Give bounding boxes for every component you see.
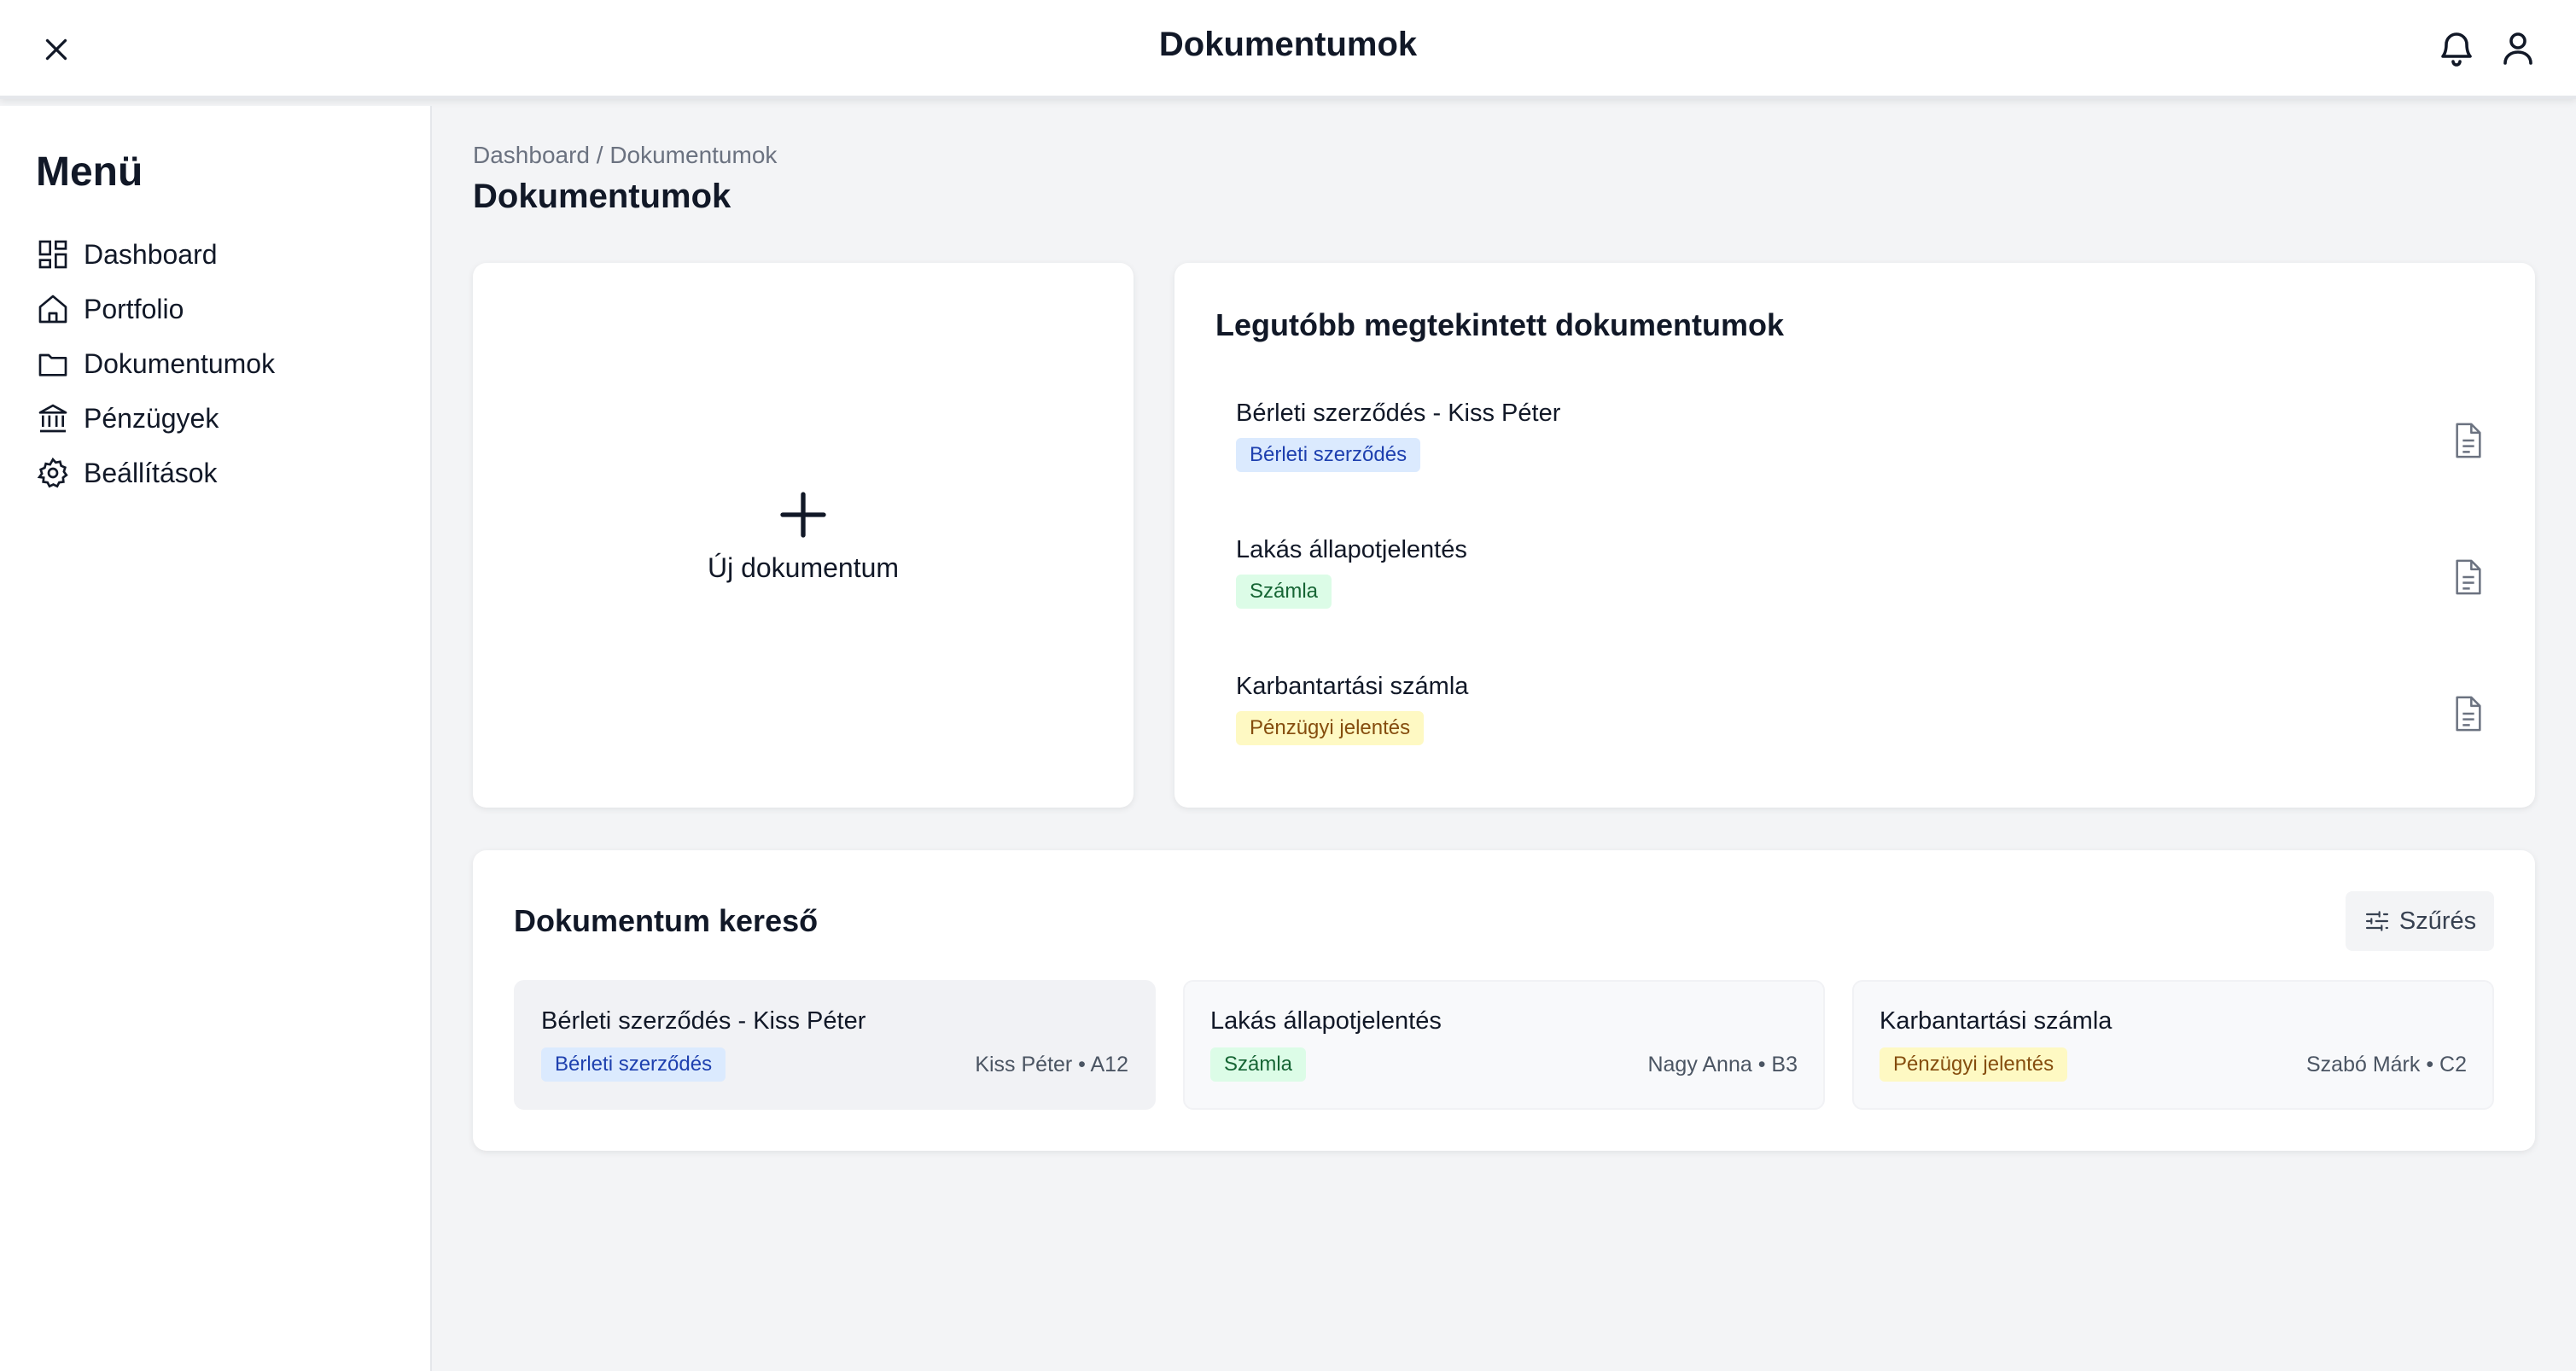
page-title: Dokumentumok <box>473 178 731 215</box>
document-icon[interactable] <box>2451 695 2486 732</box>
document-name: Lakás állapotjelentés <box>1210 1007 1442 1035</box>
gear-icon <box>37 457 68 488</box>
document-meta: Kiss Péter • A12 <box>975 1052 1128 1076</box>
user-icon[interactable] <box>2497 27 2538 68</box>
document-icon[interactable] <box>2451 422 2486 459</box>
recent-documents-card: Legutóbb megtekintett dokumentumok Bérle… <box>1174 263 2535 808</box>
recent-documents-list: Bérleti szerződés - Kiss Péter Bérleti s… <box>1236 400 2499 809</box>
document-type-badge: Bérleti szerződés <box>1236 438 1421 472</box>
document-icon[interactable] <box>2451 558 2486 596</box>
document-name: Karbantartási számla <box>1236 673 1469 700</box>
search-result-card[interactable]: Karbantartási számla Pénzügyi jelentés S… <box>1852 980 2494 1110</box>
sidebar-item-dokumentumok[interactable]: Dokumentumok <box>36 336 275 391</box>
new-document-button[interactable]: Új dokumentum <box>473 263 1134 808</box>
sidebar-item-label: Dashboard <box>84 238 218 270</box>
sidebar-item-penzugyek[interactable]: Pénzügyek <box>36 391 275 446</box>
folder-icon <box>38 353 67 376</box>
document-meta: Szabó Márk • C2 <box>2306 1052 2467 1076</box>
document-type-badge: Pénzügyi jelentés <box>1880 1047 2068 1082</box>
filter-button[interactable]: Szűrés <box>2346 891 2494 951</box>
sidebar-item-portfolio[interactable]: Portfolio <box>36 282 275 336</box>
sidebar-item-beallitasok[interactable]: Beállítások <box>36 446 275 500</box>
app-title: Dokumentumok <box>1158 26 1418 63</box>
document-search-title: Dokumentum kereső <box>514 903 819 938</box>
recent-document-item[interactable]: Karbantartási számla Pénzügyi jelentés <box>1236 673 2499 809</box>
document-meta: Nagy Anna • B3 <box>1647 1052 1798 1076</box>
bank-icon <box>38 404 67 433</box>
document-type-badge: Számla <box>1210 1047 1307 1082</box>
home-icon <box>38 295 67 324</box>
document-type-badge: Pénzügyi jelentés <box>1236 711 1425 745</box>
sliders-icon <box>2365 911 2388 931</box>
sidebar-item-dashboard[interactable]: Dashboard <box>36 227 275 282</box>
search-result-card[interactable]: Bérleti szerződés - Kiss Péter Bérleti s… <box>514 980 1156 1110</box>
document-name: Bérleti szerződés - Kiss Péter <box>1236 400 1561 427</box>
sidebar-item-label: Beállítások <box>84 457 218 488</box>
document-type-badge: Bérleti szerződés <box>541 1047 726 1082</box>
dashboard-icon <box>38 240 67 269</box>
recent-document-item[interactable]: Bérleti szerződés - Kiss Péter Bérleti s… <box>1236 400 2499 536</box>
document-type-badge: Számla <box>1236 575 1332 609</box>
new-document-label: Új dokumentum <box>707 551 900 583</box>
plus-icon <box>780 491 826 538</box>
sidebar: Menü Dashboard Portfolio Dokumentumok Pé… <box>0 106 432 1371</box>
sidebar-item-label: Portfolio <box>84 293 184 324</box>
filter-button-label: Szűrés <box>2398 907 2477 935</box>
bell-icon[interactable] <box>2436 27 2477 68</box>
sidebar-heading: Menü <box>36 149 143 195</box>
breadcrumb[interactable]: Dashboard / Dokumentumok <box>473 142 777 169</box>
search-result-card[interactable]: Lakás állapotjelentés Számla Nagy Anna •… <box>1183 980 1825 1110</box>
document-name: Bérleti szerződés - Kiss Péter <box>541 1007 866 1035</box>
top-bar: Dokumentumok <box>0 0 2576 99</box>
document-search-card: Dokumentum kereső Szűrés Bérleti szerződ… <box>473 850 2535 1151</box>
search-results: Bérleti szerződés - Kiss Péter Bérleti s… <box>514 980 2494 1110</box>
recent-documents-title: Legutóbb megtekintett dokumentumok <box>1215 307 1784 342</box>
sidebar-item-label: Dokumentumok <box>84 347 276 379</box>
document-name: Lakás állapotjelentés <box>1236 536 1467 563</box>
document-name: Karbantartási számla <box>1880 1007 2113 1035</box>
sidebar-item-label: Pénzügyek <box>84 402 219 434</box>
sidebar-nav: Dashboard Portfolio Dokumentumok Pénzügy… <box>36 227 275 500</box>
recent-document-item[interactable]: Lakás állapotjelentés Számla <box>1236 536 2499 673</box>
